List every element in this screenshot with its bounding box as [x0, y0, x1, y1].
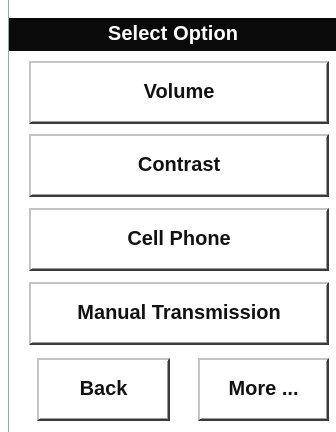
more-button[interactable]: More ...	[198, 358, 329, 421]
cell-phone-button[interactable]: Cell Phone	[29, 208, 329, 271]
dialog-title: Select Option	[9, 18, 336, 51]
back-button[interactable]: Back	[37, 358, 170, 421]
volume-button[interactable]: Volume	[29, 61, 329, 124]
contrast-button[interactable]: Contrast	[29, 134, 329, 197]
manual-transmission-button[interactable]: Manual Transmission	[29, 282, 329, 345]
select-option-dialog: Select Option Volume Contrast Cell Phone…	[8, 0, 336, 432]
